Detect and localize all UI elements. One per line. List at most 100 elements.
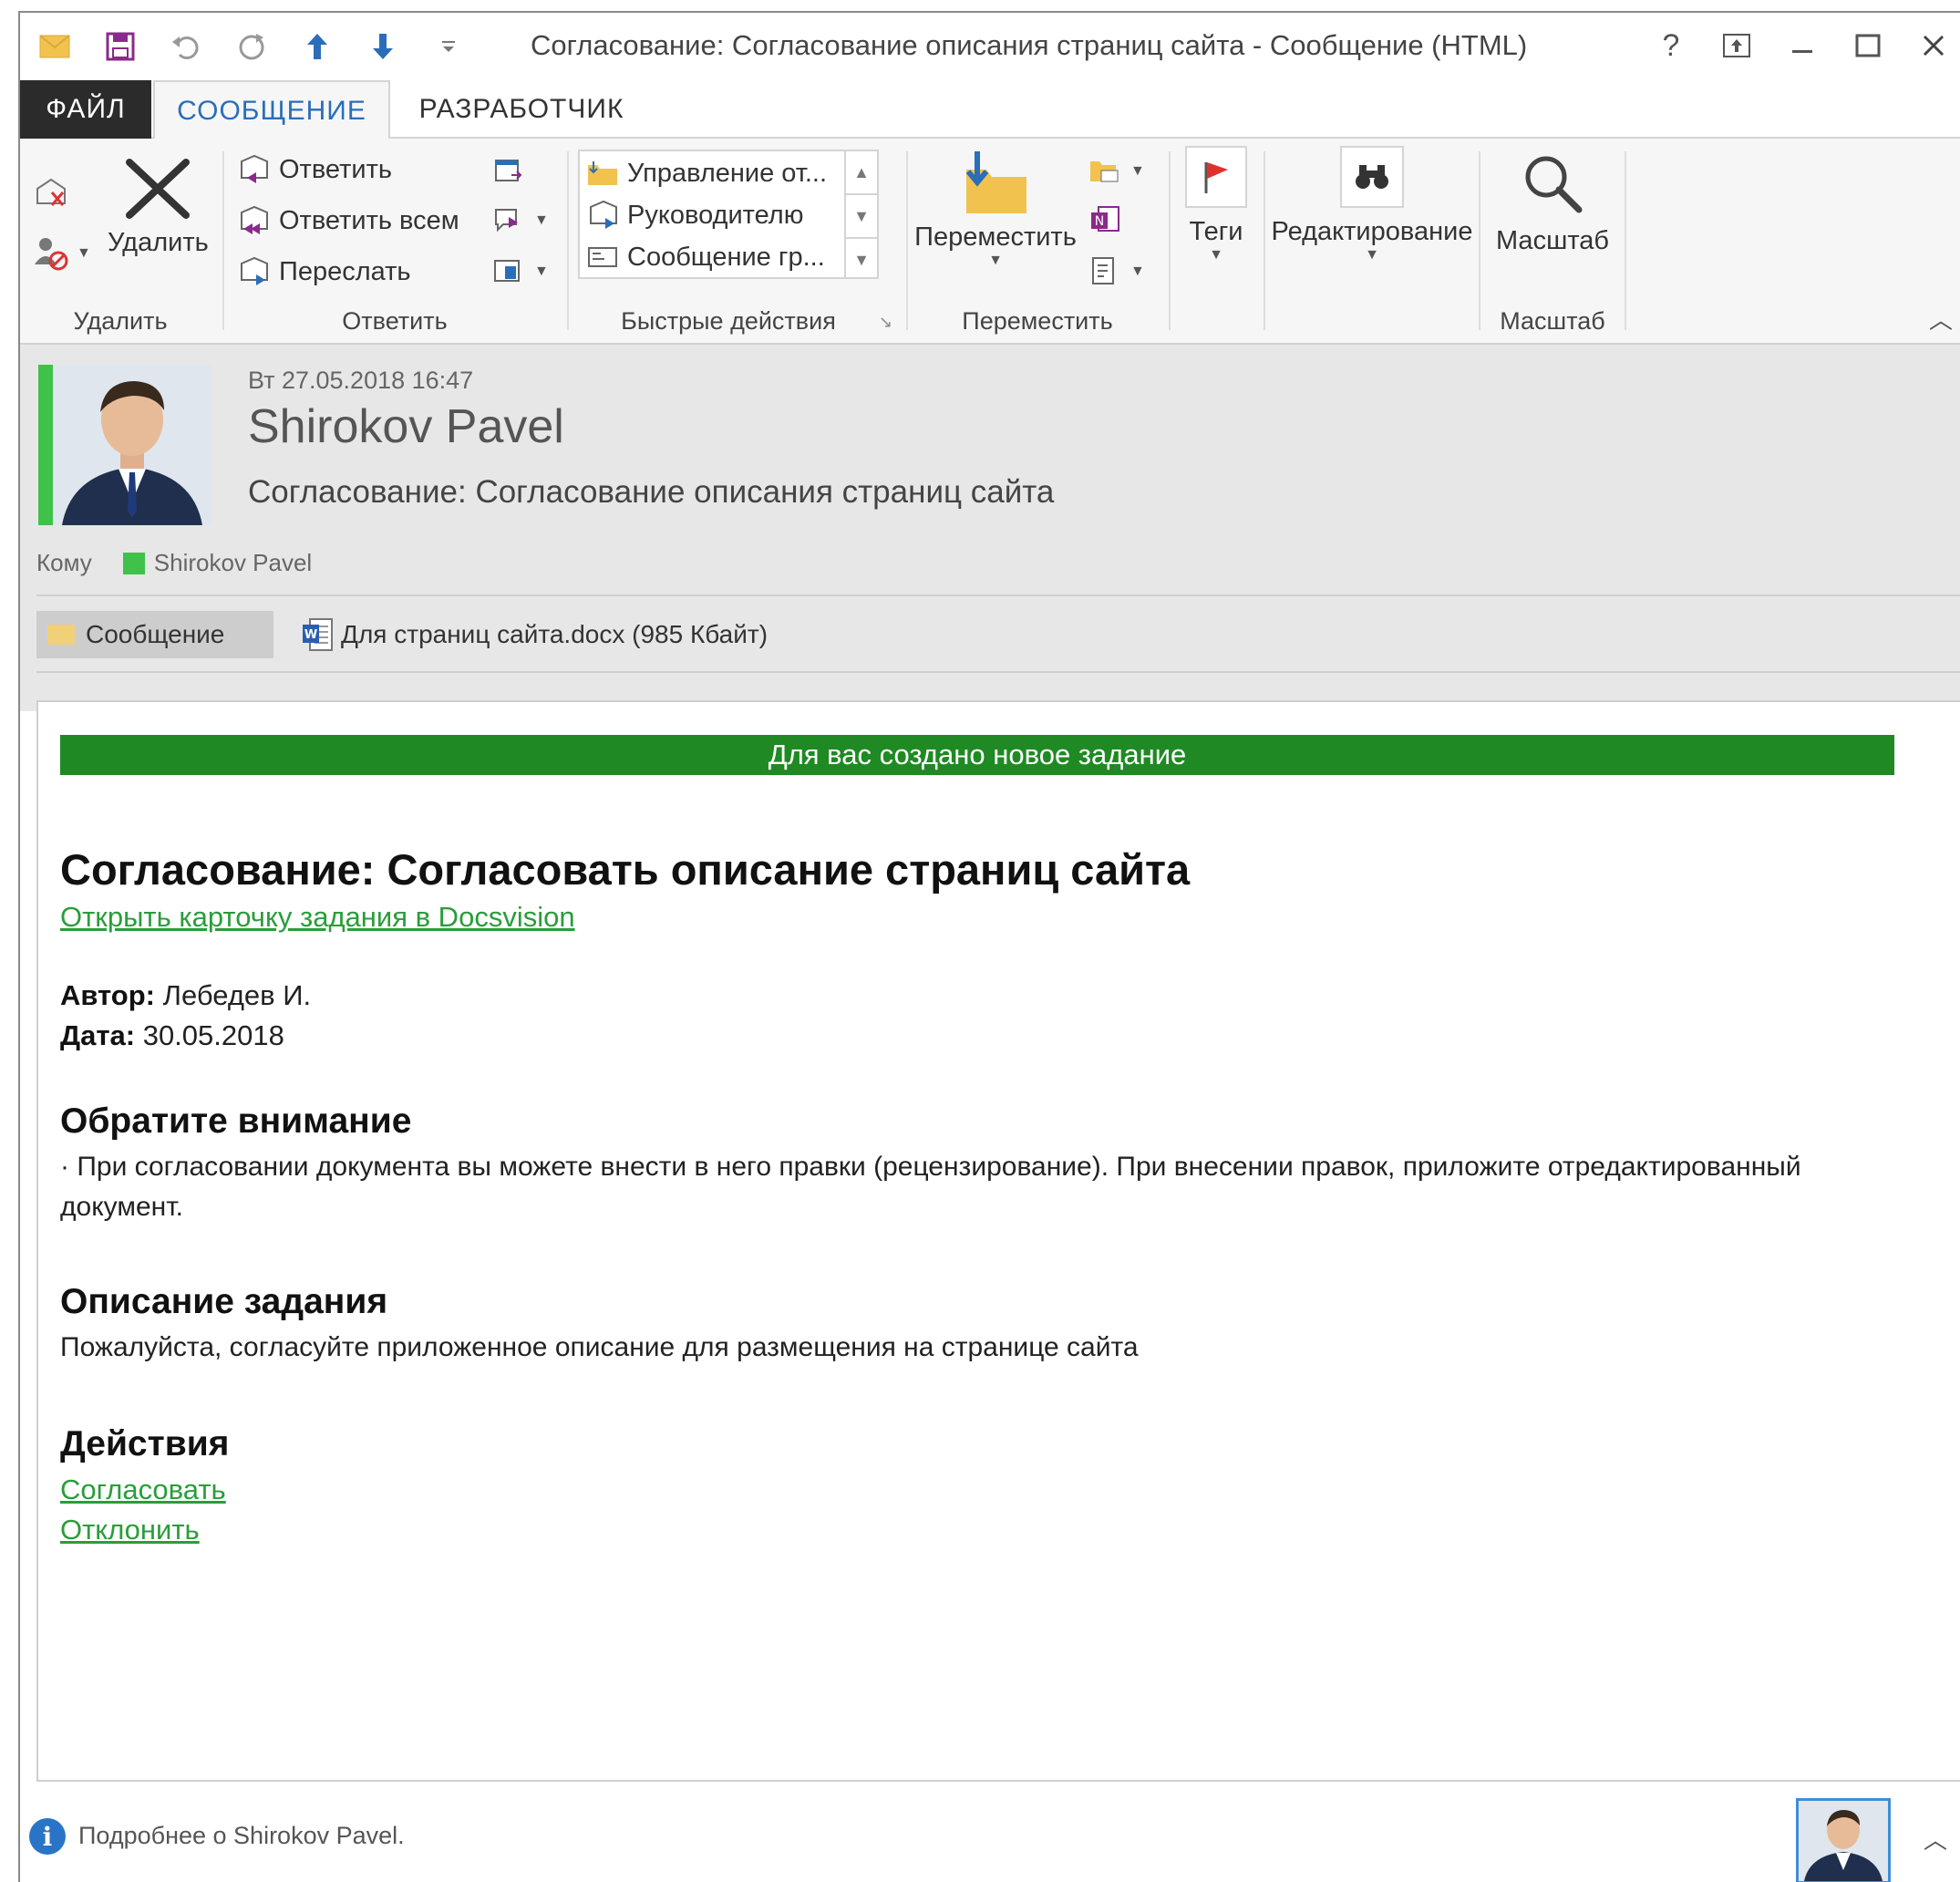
group-separator: [222, 151, 224, 330]
ignore-button[interactable]: [33, 175, 77, 212]
reply-label: Ответить: [279, 154, 392, 184]
quick-step-item[interactable]: Руководителю: [585, 195, 803, 235]
close-icon[interactable]: [1907, 22, 1960, 69]
message-header: Вт 27.05.2018 16:47 Shirokov Pavel Согла…: [20, 345, 1960, 711]
chevron-down-icon: ▼: [1130, 163, 1145, 179]
tags-group: Теги ▼: [1172, 144, 1260, 339]
dialog-launcher-icon[interactable]: ↘: [879, 313, 892, 332]
zoom-button[interactable]: Масштаб: [1482, 151, 1623, 256]
forward-button[interactable]: Переслать: [235, 253, 411, 290]
minimize-icon[interactable]: [1776, 22, 1829, 69]
reply-all-label: Ответить всем: [279, 205, 459, 235]
collapse-ribbon-icon[interactable]: ︿: [1929, 302, 1953, 336]
author-value: Лебедев И.: [162, 979, 312, 1011]
scroll-up-icon[interactable]: ▲: [846, 151, 877, 195]
folder-move-icon: [585, 156, 620, 191]
im-reply-button[interactable]: ▼: [490, 202, 549, 239]
quick-step-item[interactable]: Управление от...: [585, 153, 827, 193]
arrow-up-icon[interactable]: [297, 26, 337, 67]
chevron-down-icon: ▼: [1209, 247, 1223, 263]
chevron-down-icon: ▼: [1130, 264, 1145, 279]
open-task-card-link[interactable]: Открыть карточку задания в Docsvision: [60, 901, 575, 934]
flag-icon: [1204, 162, 1228, 193]
message-tab[interactable]: Сообщение: [36, 611, 273, 658]
editing-group: Редактирование ▼: [1267, 144, 1477, 339]
reject-link[interactable]: Отклонить: [60, 1514, 200, 1546]
sender-name[interactable]: Shirokov Pavel: [248, 399, 564, 454]
description-text: Пожалуйста, согласуйте приложенное описа…: [60, 1332, 1139, 1362]
customize-qat-icon[interactable]: [428, 26, 469, 67]
arrow-down-icon[interactable]: [363, 26, 403, 67]
help-icon[interactable]: ?: [1645, 22, 1697, 69]
chevron-down-icon: ▼: [77, 245, 91, 261]
reply-button[interactable]: Ответить: [235, 151, 392, 188]
ribbon-display-options-icon[interactable]: [1710, 22, 1763, 69]
tags-button[interactable]: Теги ▼: [1172, 146, 1260, 264]
envelope-icon: [47, 625, 75, 645]
reply-all-button[interactable]: Ответить всем: [235, 202, 459, 239]
people-pane-text[interactable]: Подробнее о Shirokov Pavel.: [78, 1822, 405, 1850]
move-group-label: Переместить: [962, 307, 1113, 335]
task-heading: Согласование: Согласовать описание стран…: [60, 845, 1191, 894]
attachment-docx[interactable]: W Для страниц сайта.docx (985 Кбайт): [301, 611, 768, 658]
quick-steps-group: Управление от... Руководителю Сообщение …: [578, 144, 908, 339]
zoom-label: Масштаб: [1495, 226, 1610, 255]
tab-file[interactable]: ФАЙЛ: [20, 80, 151, 139]
delete-x-icon: [126, 159, 190, 219]
quick-step-item[interactable]: Сообщение гр...: [585, 237, 825, 277]
forward-label: Переслать: [279, 256, 411, 286]
scroll-down-icon[interactable]: ▼: [846, 195, 877, 239]
title-bar: Согласование: Согласование описания стра…: [20, 13, 1960, 80]
rules-button[interactable]: ▼: [1087, 153, 1145, 190]
people-pane-avatar[interactable]: [1796, 1798, 1891, 1882]
quick-steps-scroller[interactable]: ▲ ▼ ▼: [844, 151, 877, 277]
date-line: Дата: 30.05.2018: [60, 1019, 284, 1052]
tab-message[interactable]: СООБЩЕНИЕ: [153, 80, 390, 140]
expand-people-pane-icon[interactable]: ︿: [1924, 1822, 1947, 1856]
move-group: Переместить ▼ ▼ N ▼ Переместить: [910, 144, 1165, 339]
redo-icon[interactable]: [232, 26, 272, 67]
envelope-icon: [35, 26, 75, 67]
tab-developer[interactable]: РАЗРАБОТЧИК: [412, 80, 631, 139]
window-title: Согласование: Согласование описания стра…: [531, 29, 1528, 61]
delete-button[interactable]: Удалить: [108, 157, 209, 258]
zoom-group-label: Масштаб: [1500, 307, 1605, 335]
ribbon-tabs: ФАЙЛ СООБЩЕНИЕ РАЗРАБОТЧИК: [20, 80, 1960, 140]
group-separator: [1625, 151, 1626, 330]
message-body: Для вас создано новое задание Согласован…: [36, 700, 1960, 1782]
presence-indicator: [122, 552, 145, 574]
approve-link[interactable]: Согласовать: [60, 1474, 226, 1506]
actions-button[interactable]: ▼: [1087, 253, 1145, 290]
svg-text:N: N: [1095, 214, 1104, 229]
onenote-button[interactable]: N: [1087, 202, 1130, 239]
new-task-banner: Для вас создано новое задание: [60, 735, 1894, 775]
junk-user-icon: [33, 235, 69, 272]
author-label: Автор:: [60, 979, 156, 1011]
sender-photo: [38, 365, 211, 525]
attachment-name: Для страниц сайта.docx (985 Кбайт): [341, 620, 769, 648]
move-button[interactable]: Переместить ▼: [913, 148, 1078, 269]
editing-button[interactable]: Редактирование ▼: [1267, 146, 1477, 264]
zoom-group: Масштаб Масштаб: [1482, 144, 1623, 339]
move-label: Переместить: [914, 222, 1077, 252]
chevron-down-icon: ▼: [534, 212, 549, 228]
author-line: Автор: Лебедев И.: [60, 979, 311, 1012]
save-icon[interactable]: [100, 26, 140, 67]
actions-icon: [1087, 253, 1123, 290]
reply-all-icon: [235, 202, 272, 239]
recipient-name[interactable]: Shirokov Pavel: [154, 549, 312, 577]
to-row: Кому Shirokov Pavel: [36, 549, 312, 577]
ribbon: ▼ Удалить Удалить Ответить Ответить всем: [20, 139, 1960, 345]
avatar: [53, 365, 211, 525]
quick-step-label: Руководителю: [627, 200, 804, 230]
gallery-expand-icon[interactable]: ▼: [846, 239, 877, 281]
maximize-icon[interactable]: [1841, 22, 1894, 69]
meeting-reply-button[interactable]: [490, 153, 534, 190]
message-tab-label: Сообщение: [86, 620, 225, 648]
more-respond-button[interactable]: ▼: [490, 253, 549, 290]
divider: [36, 671, 1960, 673]
undo-icon[interactable]: [166, 26, 206, 67]
junk-button[interactable]: ▼: [33, 235, 91, 272]
chevron-down-icon: ▼: [534, 264, 549, 279]
magnifier-icon: [1525, 156, 1583, 213]
